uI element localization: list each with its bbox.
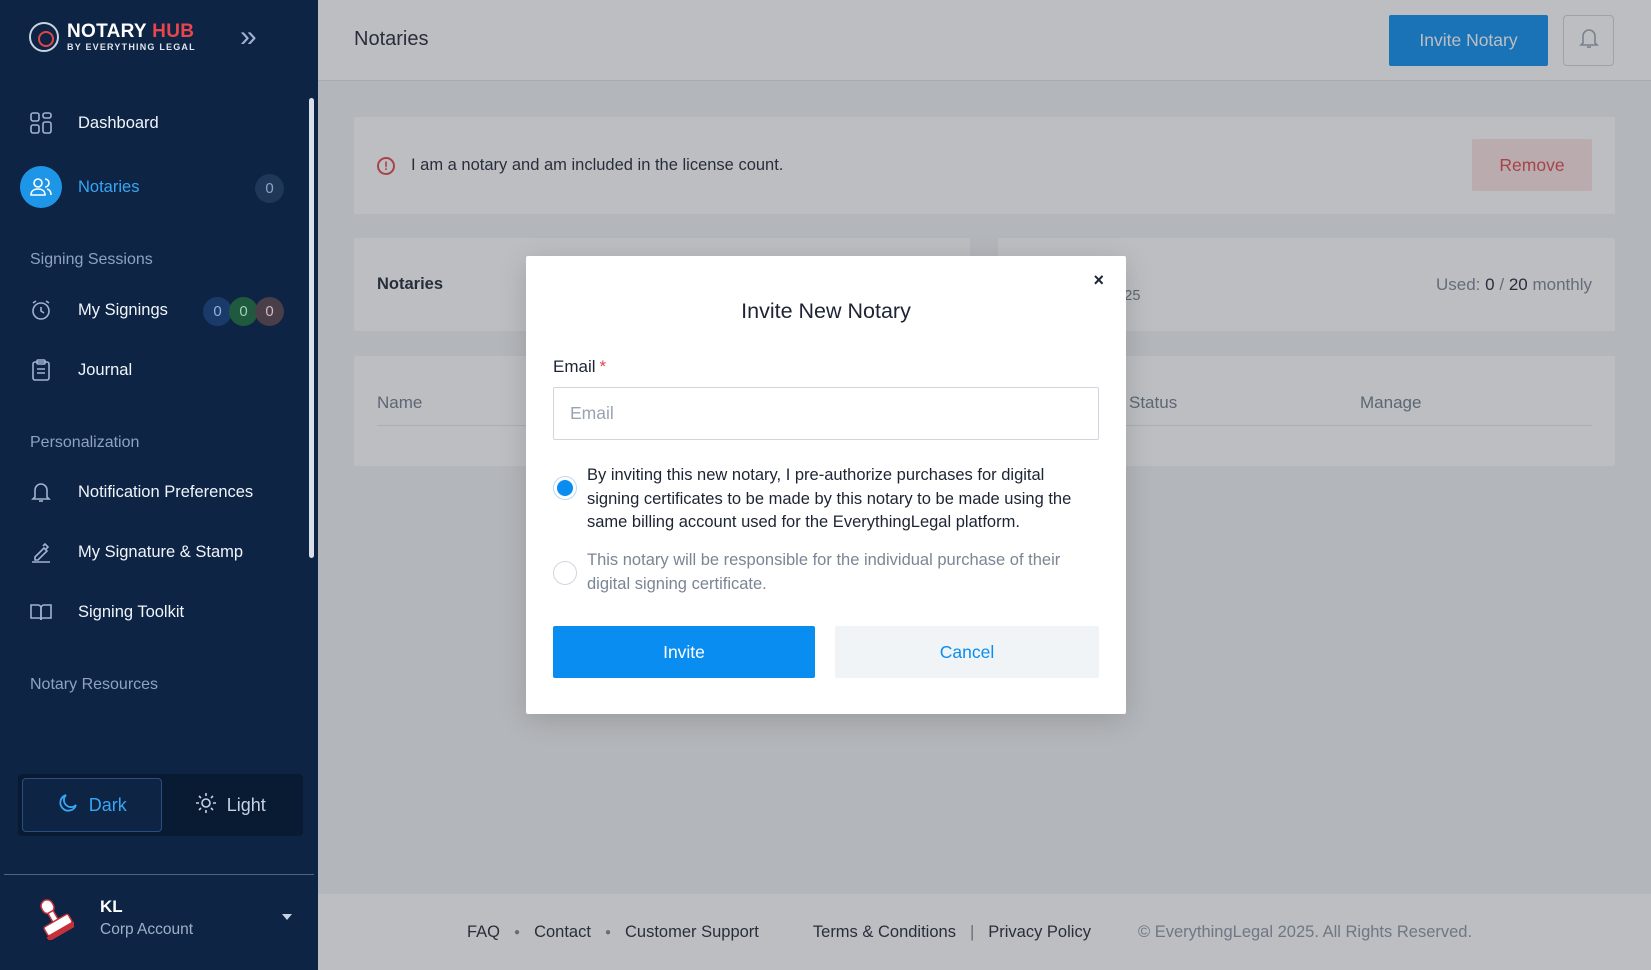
sidebar-item-journal[interactable]: Journal [20, 348, 284, 392]
signings-badge-upcoming: 0 [203, 297, 232, 326]
sidebar-item-label: Journal [78, 360, 133, 379]
brand-tagline: BY EVERYTHING LEGAL [67, 42, 196, 52]
moon-icon [57, 792, 79, 819]
sidebar: NOTARY HUB BY EVERYTHING LEGAL » Dashboa… [0, 0, 318, 970]
required-mark: * [599, 357, 607, 376]
theme-switcher: Dark Light [18, 774, 303, 836]
theme-dark-label: Dark [88, 794, 127, 815]
cancel-button[interactable]: Cancel [835, 626, 1099, 678]
divider [4, 874, 314, 875]
user-menu[interactable]: KL Corp Account [34, 888, 292, 948]
radio-button[interactable] [553, 561, 577, 585]
sidebar-item-signing-toolkit[interactable]: Signing Toolkit [20, 590, 284, 634]
sun-icon [195, 792, 217, 819]
invite-notary-dialog: × Invite New Notary Email* By inviting t… [526, 256, 1126, 714]
sidebar-scrollbar[interactable] [309, 98, 314, 558]
bell-icon [20, 471, 62, 513]
option-text: By inviting this new notary, I pre-autho… [587, 466, 1072, 531]
grid-icon [20, 102, 62, 144]
radio-button[interactable] [553, 476, 577, 500]
users-icon [20, 166, 62, 208]
theme-light-label: Light [226, 794, 266, 815]
sidebar-item-label: Notaries [78, 177, 140, 196]
sidebar-item-dashboard[interactable]: Dashboard [20, 101, 284, 145]
section-personalization: Personalization [30, 434, 140, 451]
stamp-avatar-icon [34, 896, 77, 942]
signings-badge-completed: 0 [229, 297, 258, 326]
sidebar-item-label: Notification Preferences [78, 482, 254, 501]
brand-name-accent: HUB [152, 21, 195, 42]
sidebar-item-label: My Signings [78, 300, 168, 319]
option-text: This notary will be responsible for the … [587, 551, 1061, 593]
theme-dark-button[interactable]: Dark [22, 778, 162, 832]
logo-seal-icon [29, 22, 59, 52]
email-label: Email * [553, 357, 606, 377]
email-label-text: Email [553, 357, 596, 376]
sidebar-item-label: Dashboard [78, 113, 159, 132]
user-role: Corp Account [100, 921, 194, 938]
close-icon[interactable]: × [1093, 270, 1104, 291]
notaries-count-badge: 0 [255, 174, 284, 203]
theme-light-button[interactable]: Light [162, 778, 300, 832]
invite-button[interactable]: Invite [553, 626, 815, 678]
alarm-clock-icon [20, 289, 62, 331]
email-field[interactable] [553, 387, 1099, 440]
sidebar-item-notaries[interactable]: Notaries 0 [20, 165, 284, 209]
pen-icon [20, 531, 62, 573]
book-icon [20, 591, 62, 633]
section-notary-resources: Notary Resources [30, 676, 159, 693]
clipboard-icon [20, 349, 62, 391]
caret-down-icon [282, 914, 292, 920]
sidebar-item-my-signings[interactable]: My Signings 0 0 0 [20, 288, 284, 332]
brand-name-main: NOTARY [67, 21, 147, 42]
billing-option-preauthorize[interactable]: By inviting this new notary, I pre-autho… [553, 464, 1099, 535]
sidebar-item-label: My Signature & Stamp [78, 542, 244, 561]
signings-badge-cancelled: 0 [255, 297, 284, 326]
sidebar-item-signature-stamp[interactable]: My Signature & Stamp [20, 530, 284, 574]
dialog-title: Invite New Notary [741, 299, 911, 323]
expand-sidebar-icon[interactable]: » [240, 22, 270, 54]
signings-badges: 0 0 0 [203, 297, 284, 326]
user-initials: KL [100, 897, 123, 916]
sidebar-item-label: Signing Toolkit [78, 602, 185, 621]
brand-logo[interactable]: NOTARY HUB BY EVERYTHING LEGAL [29, 22, 196, 52]
billing-option-individual[interactable]: This notary will be responsible for the … [553, 549, 1099, 596]
sidebar-item-notification-preferences[interactable]: Notification Preferences [20, 470, 284, 514]
section-signing-sessions: Signing Sessions [30, 251, 153, 268]
